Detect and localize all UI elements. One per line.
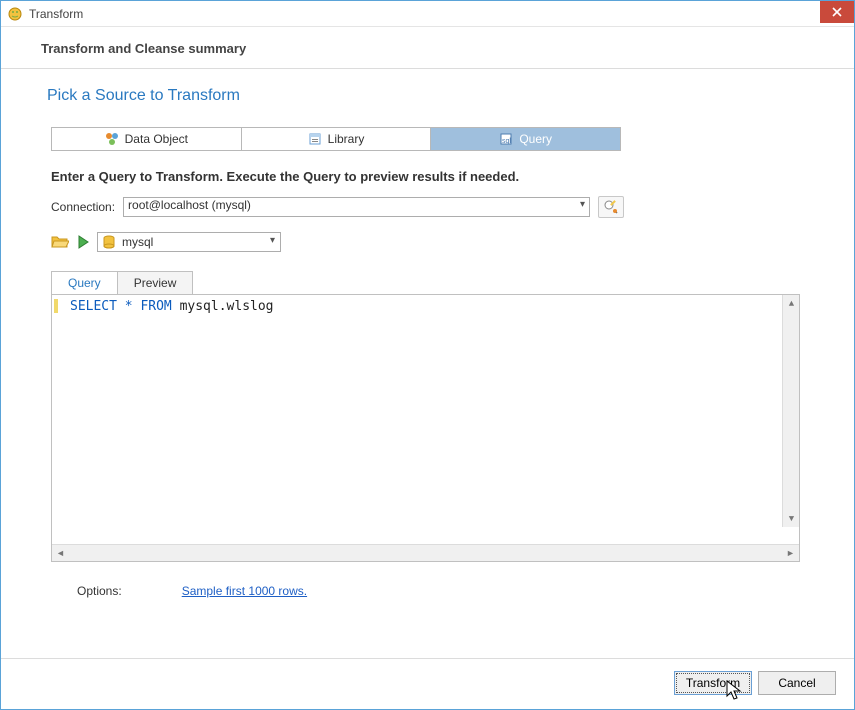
tab-label: Preview	[134, 276, 177, 290]
connection-row: Connection: root@localhost (mysql)	[51, 196, 820, 218]
options-label: Options:	[77, 584, 122, 598]
cancel-button[interactable]: Cancel	[758, 671, 836, 695]
execute-button[interactable]	[75, 234, 91, 250]
query-editor-pane: SELECT * FROM mysql.wlslog ▲ ▼ ◄ ►	[51, 294, 800, 562]
scroll-left-icon[interactable]: ◄	[52, 545, 69, 562]
database-select[interactable]: mysql	[97, 232, 281, 252]
query-toolbar: mysql	[51, 232, 820, 252]
dialog-header: Transform and Cleanse summary	[1, 27, 854, 69]
dialog-content: Pick a Source to Transform Data Object L…	[1, 69, 854, 658]
sql-keyword: SELECT * FROM	[70, 299, 172, 314]
sample-rows-link[interactable]: Sample first 1000 rows.	[182, 584, 307, 598]
instruction-text: Enter a Query to Transform. Execute the …	[51, 169, 820, 184]
close-button[interactable]	[820, 1, 854, 23]
connection-value: root@localhost (mysql)	[128, 198, 251, 212]
options-row: Options: Sample first 1000 rows.	[77, 584, 820, 598]
editor-tab-query[interactable]: Query	[51, 271, 118, 295]
open-file-button[interactable]	[51, 234, 69, 250]
connection-select[interactable]: root@localhost (mysql)	[123, 197, 590, 217]
section-heading: Pick a Source to Transform	[47, 87, 820, 105]
gutter-marker	[54, 299, 58, 313]
vertical-scrollbar[interactable]: ▲ ▼	[782, 295, 799, 527]
tab-label: Query	[68, 276, 101, 290]
library-icon	[308, 132, 322, 146]
query-icon: sql	[499, 132, 513, 146]
tab-label: Data Object	[125, 132, 188, 146]
connection-settings-button[interactable]	[598, 196, 624, 218]
data-object-icon	[105, 132, 119, 146]
database-icon	[102, 235, 116, 249]
database-value: mysql	[122, 235, 153, 249]
svg-text:sql: sql	[502, 138, 511, 145]
editor-tabs: Query Preview	[51, 270, 820, 294]
dialog-footer: Transform Cancel	[1, 658, 854, 709]
titlebar: Transform	[1, 1, 854, 27]
app-icon	[7, 6, 23, 22]
tab-library[interactable]: Library	[242, 128, 432, 150]
tab-label: Library	[328, 132, 365, 146]
tab-query[interactable]: sql Query	[431, 128, 620, 150]
connection-label: Connection:	[51, 200, 115, 214]
horizontal-scrollbar[interactable]: ◄ ►	[52, 544, 799, 561]
source-tabs: Data Object Library sql Query	[51, 127, 621, 151]
window-title: Transform	[29, 7, 83, 21]
dialog-subtitle: Transform and Cleanse summary	[41, 41, 820, 56]
scroll-down-icon[interactable]: ▼	[783, 510, 799, 527]
transform-button[interactable]: Transform	[674, 671, 752, 695]
editor-tab-preview[interactable]: Preview	[117, 271, 194, 295]
scroll-up-icon[interactable]: ▲	[783, 295, 799, 312]
query-editor[interactable]: SELECT * FROM mysql.wlslog ▲ ▼	[52, 295, 799, 544]
transform-dialog: Transform Transform and Cleanse summary …	[0, 0, 855, 710]
scroll-right-icon[interactable]: ►	[782, 545, 799, 562]
sql-text: mysql.wlslog	[180, 299, 274, 314]
tab-label: Query	[519, 132, 552, 146]
tab-data-object[interactable]: Data Object	[52, 128, 242, 150]
